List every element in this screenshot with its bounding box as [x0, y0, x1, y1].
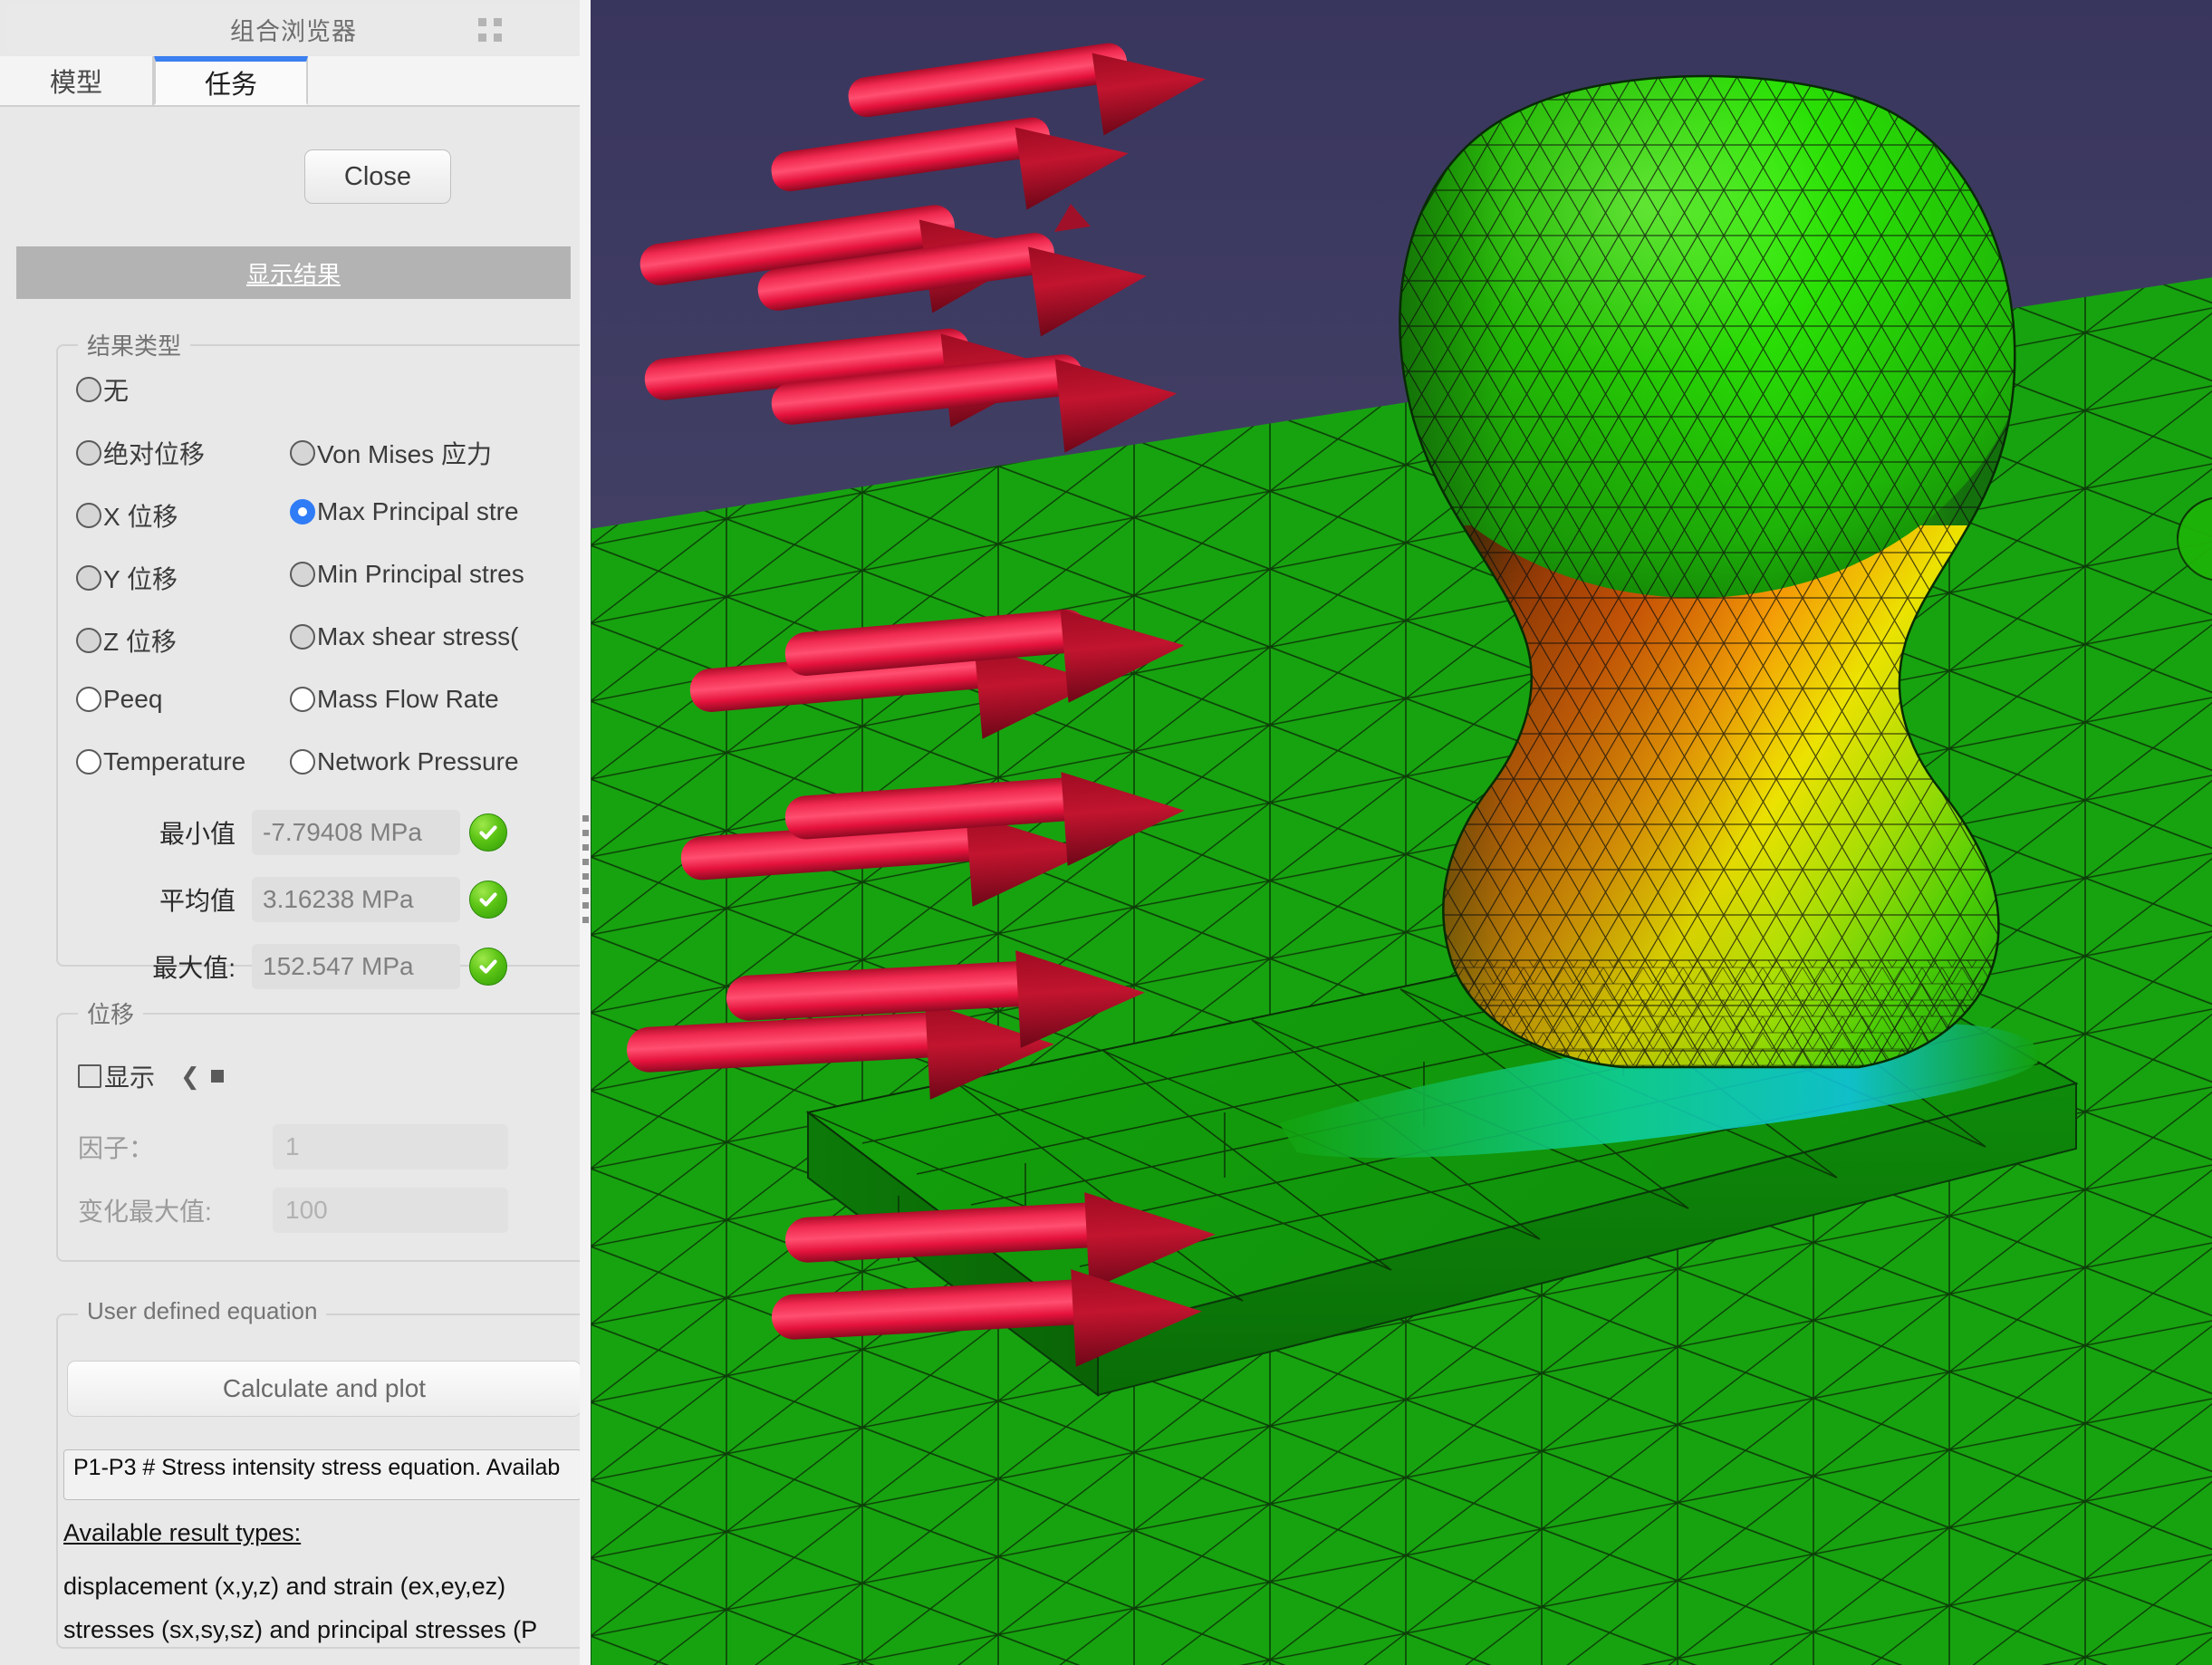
stat-min-label: 最小值	[91, 814, 236, 851]
stat-min-value: -7.79408 MPa	[252, 810, 460, 855]
radio-von-mises-control[interactable]	[290, 440, 315, 466]
radio-mass-flow-rate-control[interactable]	[290, 687, 315, 712]
radio-temperature[interactable]: Temperature	[76, 747, 245, 776]
radio-mass-flow-rate-label: Mass Flow Rate	[317, 685, 499, 714]
radio-network-pressure-control[interactable]	[290, 749, 315, 775]
check-circle-icon	[469, 881, 507, 919]
radio-mass-flow-rate[interactable]: Mass Flow Rate	[290, 685, 499, 714]
radio-z-displacement[interactable]: Z 位移	[76, 622, 177, 659]
radio-y-displacement-control[interactable]	[76, 565, 101, 591]
radio-none-label: 无	[103, 371, 129, 408]
splitter-grip-icon[interactable]	[582, 815, 589, 931]
radio-min-principal-stress-control[interactable]	[290, 562, 315, 587]
stop-square-icon[interactable]	[211, 1070, 224, 1083]
radio-y-displacement[interactable]: Y 位移	[76, 560, 178, 596]
radio-peeq-control[interactable]	[76, 687, 101, 712]
radio-temperature-control[interactable]	[76, 749, 101, 775]
calculate-and-plot-button[interactable]: Calculate and plot	[67, 1361, 582, 1417]
radio-von-mises[interactable]: Von Mises 应力	[290, 435, 492, 471]
page-title: 组合浏览器	[230, 12, 357, 47]
radio-x-displacement-label: X 位移	[103, 497, 178, 534]
close-button-label: Close	[344, 162, 411, 192]
available-result-types-line-2: stresses (sx,sy,sz) and principal stress…	[63, 1616, 537, 1644]
tab-model[interactable]: 模型	[0, 56, 154, 105]
close-button[interactable]: Close	[304, 149, 451, 204]
tab-task[interactable]: 任务	[154, 56, 308, 105]
displacement-factor-row[interactable]: 因子： 1	[78, 1129, 567, 1165]
radio-min-principal-stress-label: Min Principal stres	[317, 560, 524, 589]
show-results-header: 显示结果	[16, 246, 571, 299]
panel-splitter[interactable]	[580, 0, 591, 1665]
displacement-show-label: 显示	[104, 1058, 155, 1094]
radio-max-shear-stress-label: Max shear stress(	[317, 622, 519, 651]
displacement-max-row[interactable]: 变化最大值: 100	[78, 1192, 567, 1228]
panel-tabs: 模型 任务	[0, 56, 587, 107]
tab-task-label: 任务	[205, 63, 257, 101]
radio-abs-displacement-label: 绝对位移	[103, 435, 205, 471]
radio-network-pressure-label: Network Pressure	[317, 747, 519, 776]
stat-avg-label: 平均值	[91, 881, 236, 918]
radio-max-shear-stress-control[interactable]	[290, 624, 315, 650]
panel-title-bar: 组合浏览器	[7, 4, 580, 54]
displacement-factor-label: 因子：	[78, 1129, 154, 1165]
radio-max-principal-stress-control[interactable]	[290, 499, 315, 525]
radio-network-pressure[interactable]: Network Pressure	[290, 747, 519, 776]
stat-avg-value: 3.16238 MPa	[252, 877, 460, 922]
user-equation-legend: User defined equation	[78, 1297, 326, 1325]
result-type-group: 结果类型 无 绝对位移 X 位移 Y 位移	[56, 344, 587, 967]
combo-browser-panel: 组合浏览器 模型 任务 Close 显示结果	[0, 0, 591, 1665]
radio-von-mises-label: Von Mises 应力	[317, 435, 492, 471]
radio-abs-displacement-control[interactable]	[76, 440, 101, 466]
chevron-left-icon[interactable]: ❮	[180, 1063, 200, 1091]
displacement-show-row[interactable]: 显示 ❮	[78, 1058, 224, 1094]
radio-z-displacement-control[interactable]	[76, 628, 101, 653]
displacement-group: 位移 显示 ❮ 因子： 1 变化最大值: 100	[56, 1013, 587, 1262]
fea-3d-viewport[interactable]	[591, 0, 2212, 1665]
radio-peeq-label: Peeq	[103, 685, 162, 714]
check-circle-icon	[469, 813, 507, 852]
radio-max-shear-stress[interactable]: Max shear stress(	[290, 622, 519, 651]
user-equation-group: User defined equation Calculate and plot…	[56, 1314, 587, 1649]
radio-x-displacement[interactable]: X 位移	[76, 497, 178, 534]
check-circle-icon	[469, 948, 507, 986]
tabstrip-filler	[308, 56, 587, 105]
radio-y-displacement-label: Y 位移	[103, 560, 178, 596]
radio-peeq[interactable]: Peeq	[76, 685, 162, 714]
equation-input[interactable]: P1-P3 # Stress intensity stress equation…	[63, 1449, 582, 1500]
radio-max-principal-stress[interactable]: Max Principal stre	[290, 497, 519, 526]
radio-abs-displacement[interactable]: 绝对位移	[76, 435, 205, 471]
displacement-show-checkbox[interactable]	[78, 1064, 101, 1088]
fea-3d-scene	[591, 0, 2212, 1665]
stat-row-min: 最小值 -7.79408 MPa	[91, 810, 507, 855]
result-type-legend: 结果类型	[78, 328, 190, 361]
displacement-max-label: 变化最大值:	[78, 1192, 212, 1228]
radio-z-displacement-label: Z 位移	[103, 622, 177, 659]
displacement-legend: 位移	[78, 996, 143, 1030]
radio-temperature-label: Temperature	[103, 747, 245, 776]
stat-row-avg: 平均值 3.16238 MPa	[91, 877, 507, 922]
stat-row-max: 最大值: 152.547 MPa	[91, 944, 507, 989]
radio-none-control[interactable]	[76, 377, 101, 402]
show-results-title: 显示结果	[246, 256, 341, 290]
radio-max-principal-stress-label: Max Principal stre	[317, 497, 519, 526]
displacement-max-input[interactable]: 100	[273, 1188, 508, 1233]
undock-icon[interactable]	[478, 18, 502, 42]
radio-x-displacement-control[interactable]	[76, 503, 101, 528]
available-result-types-title: Available result types:	[63, 1519, 301, 1547]
tab-model-label: 模型	[50, 62, 102, 100]
radio-min-principal-stress[interactable]: Min Principal stres	[290, 560, 524, 589]
calculate-and-plot-label: Calculate and plot	[223, 1374, 426, 1403]
stat-max-value: 152.547 MPa	[252, 944, 460, 989]
available-result-types-line-1: displacement (x,y,z) and strain (ex,ey,e…	[63, 1573, 505, 1601]
radio-none[interactable]: 无	[76, 371, 129, 408]
displacement-factor-input[interactable]: 1	[273, 1124, 508, 1169]
stat-max-label: 最大值:	[91, 948, 236, 985]
